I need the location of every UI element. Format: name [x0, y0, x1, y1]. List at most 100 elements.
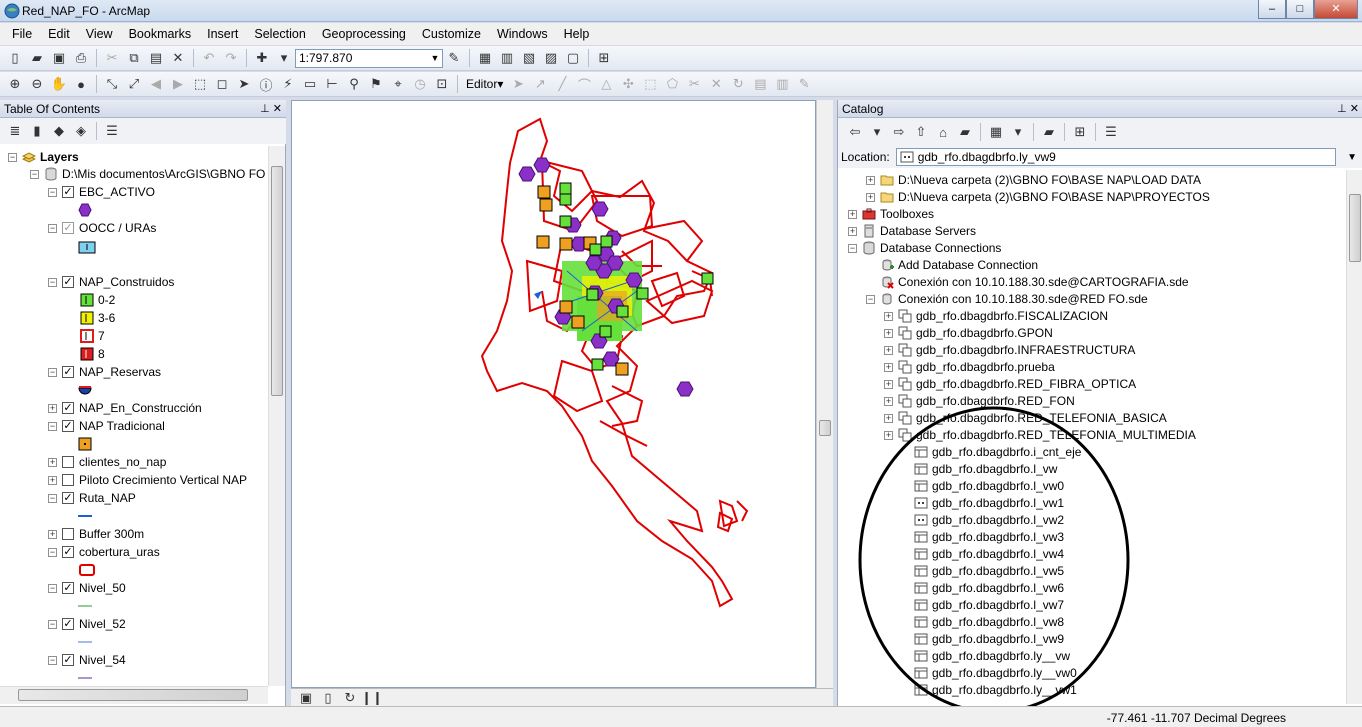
- collapse-icon[interactable]: −: [48, 493, 57, 503]
- data-view-icon[interactable]: ▣: [296, 688, 316, 708]
- open-folder-icon[interactable]: ▰: [27, 48, 47, 68]
- menu-selection[interactable]: Selection: [246, 27, 313, 41]
- catalog-item[interactable]: gdb_rfo.dbagdbrfo.l_vw1: [900, 494, 1064, 512]
- close-button[interactable]: ✕: [1314, 0, 1358, 19]
- scrollbar-thumb[interactable]: [18, 689, 248, 701]
- catalog-item[interactable]: + D:\Nueva carpeta (2)\GBNO FO\BASE NAP\P…: [866, 188, 1210, 206]
- editor-menu-button[interactable]: Editor▾: [462, 77, 507, 91]
- toc-root-layers[interactable]: − Layers: [8, 148, 79, 166]
- minimize-button[interactable]: ‒: [1258, 0, 1286, 19]
- toc-horizontal-scrollbar[interactable]: [0, 686, 268, 704]
- catalog-item[interactable]: + gdb_rfo.dbagdbrfo.RED_FON: [884, 392, 1075, 410]
- catalog-item[interactable]: + gdb_rfo.dbagdbrfo.FISCALIZACION: [884, 307, 1108, 325]
- location-combobox[interactable]: gdb_rfo.dbagdbrfo.ly_vw9: [895, 148, 1336, 166]
- catalog-vertical-scrollbar[interactable]: [1346, 170, 1362, 704]
- list-by-visibility-icon[interactable]: ◆: [49, 121, 69, 141]
- catalog-item[interactable]: + D:\Nueva carpeta (2)\GBNO FO\BASE NAP\L…: [866, 171, 1201, 189]
- point-icon[interactable]: ✣: [618, 74, 638, 94]
- collapse-icon[interactable]: −: [48, 187, 57, 197]
- expand-icon[interactable]: +: [48, 475, 57, 485]
- collapse-icon[interactable]: −: [48, 223, 57, 233]
- straight-segment-icon[interactable]: ╱: [552, 74, 572, 94]
- toc-layer-cobertura-uras[interactable]: − ✓ cobertura_uras: [48, 543, 160, 561]
- expand-icon[interactable]: +: [884, 430, 893, 440]
- catalog-item[interactable]: + Database Servers: [848, 222, 976, 240]
- catalog-item[interactable]: + gdb_rfo.dbagdbrfo.INFRAESTRUCTURA: [884, 341, 1135, 359]
- list-by-drawing-order-icon[interactable]: ≣: [5, 121, 25, 141]
- menu-view[interactable]: View: [78, 27, 121, 41]
- pause-drawing-icon[interactable]: ❙❙: [361, 688, 383, 708]
- pan-hand-icon[interactable]: ✋: [49, 74, 69, 94]
- collapse-icon[interactable]: −: [848, 243, 857, 253]
- catalog-item[interactable]: gdb_rfo.dbagdbrfo.l_vw6: [900, 579, 1064, 597]
- catalog-item[interactable]: + gdb_rfo.dbagdbrfo.prueba: [884, 358, 1055, 376]
- print-icon[interactable]: ⎙: [71, 48, 91, 68]
- catalog-item[interactable]: Conexión con 10.10.188.30.sde@CARTOGRAFI…: [866, 273, 1189, 291]
- layer-visibility-checkbox[interactable]: ✓: [62, 582, 74, 594]
- clear-selection-icon[interactable]: ◻: [212, 74, 232, 94]
- full-extent-icon[interactable]: ●: [71, 74, 91, 94]
- go-to-xy-icon[interactable]: ⌖: [388, 74, 408, 94]
- arctoolbox-icon[interactable]: ▨: [541, 48, 561, 68]
- rotate-icon[interactable]: ↻: [728, 74, 748, 94]
- toc-layer-nivel-52[interactable]: − ✓ Nivel_52: [48, 615, 126, 633]
- toc-layer-clientes-no-nap[interactable]: + clientes_no_nap: [48, 453, 166, 471]
- expand-icon[interactable]: +: [884, 396, 893, 406]
- collapse-icon[interactable]: −: [8, 152, 17, 162]
- catalog-item[interactable]: + gdb_rfo.dbagdbrfo.RED_TELEFONIA_BASICA: [884, 409, 1167, 427]
- catalog-item[interactable]: gdb_rfo.dbagdbrfo.l_vw3: [900, 528, 1064, 546]
- toc-layer-ruta-nap[interactable]: − ✓ Ruta_NAP: [48, 489, 136, 507]
- edit-tool-icon[interactable]: ➤: [508, 74, 528, 94]
- menu-customize[interactable]: Customize: [414, 27, 489, 41]
- expand-icon[interactable]: +: [884, 413, 893, 423]
- catalog-item[interactable]: gdb_rfo.dbagdbrfo.l_vw9: [900, 630, 1064, 648]
- catalog-item[interactable]: gdb_rfo.dbagdbrfo.l_vw5: [900, 562, 1064, 580]
- chevron-down-icon[interactable]: ▼: [428, 53, 442, 63]
- toc-layer-nap-construidos[interactable]: − ✓ NAP_Construidos: [48, 273, 174, 291]
- catalog-item[interactable]: gdb_rfo.dbagdbrfo.ly__vw1: [900, 681, 1077, 698]
- identify-icon[interactable]: ⓘ: [256, 74, 276, 94]
- toc-layer-nap-en-construccion[interactable]: + ✓ NAP_En_Construcción: [48, 399, 202, 417]
- catalog-item[interactable]: gdb_rfo.dbagdbrfo.i_cnt_eje: [900, 443, 1081, 461]
- zoom-in-icon[interactable]: ⊕: [5, 74, 25, 94]
- undo-icon[interactable]: ↶: [199, 48, 219, 68]
- layer-visibility-checkbox[interactable]: ✓: [62, 276, 74, 288]
- expand-icon[interactable]: +: [48, 403, 57, 413]
- catalog-icon[interactable]: ▥: [497, 48, 517, 68]
- collapse-icon[interactable]: −: [48, 367, 57, 377]
- split-icon[interactable]: ✕: [706, 74, 726, 94]
- toc-layer-buffer[interactable]: + Buffer 300m: [48, 525, 144, 543]
- layer-visibility-checkbox[interactable]: ✓: [62, 366, 74, 378]
- catalog-item[interactable]: + gdb_rfo.dbagdbrfo.RED_TELEFONIA_MULTIME…: [884, 426, 1196, 444]
- expand-icon[interactable]: +: [884, 362, 893, 372]
- table-of-contents-icon[interactable]: ▦: [475, 48, 495, 68]
- expand-icon[interactable]: +: [884, 379, 893, 389]
- toc-layer-piloto[interactable]: + Piloto Crecimiento Vertical NAP: [48, 471, 247, 489]
- hyperlink-icon[interactable]: ⚡: [278, 74, 298, 94]
- toc-layer-nap-tradicional[interactable]: − ✓ NAP Tradicional: [48, 417, 165, 435]
- add-data-icon[interactable]: ✚: [252, 48, 272, 68]
- collapse-icon[interactable]: −: [48, 547, 57, 557]
- fixed-zoom-in-icon[interactable]: ⤡: [102, 74, 122, 94]
- collapse-icon[interactable]: −: [48, 277, 57, 287]
- collapse-icon[interactable]: −: [866, 294, 875, 304]
- create-features-icon[interactable]: ✎: [794, 74, 814, 94]
- menu-help[interactable]: Help: [556, 27, 598, 41]
- expand-icon[interactable]: +: [48, 457, 57, 467]
- menu-file[interactable]: File: [4, 27, 40, 41]
- menu-edit[interactable]: Edit: [40, 27, 78, 41]
- catalog-item[interactable]: gdb_rfo.dbagdbrfo.ly__vw0: [900, 664, 1077, 682]
- scrollbar-thumb[interactable]: [271, 166, 283, 396]
- select-features-icon[interactable]: ⬚: [190, 74, 210, 94]
- expand-icon[interactable]: +: [884, 311, 893, 321]
- select-elements-icon[interactable]: ➤: [234, 74, 254, 94]
- back-dropdown-icon[interactable]: ▾: [867, 122, 887, 142]
- forward-extent-icon[interactable]: ▶: [168, 74, 188, 94]
- menu-windows[interactable]: Windows: [489, 27, 556, 41]
- map-canvas[interactable]: [292, 101, 817, 689]
- collapse-icon[interactable]: −: [48, 619, 57, 629]
- edit-vertices-icon[interactable]: ⬚: [640, 74, 660, 94]
- layer-visibility-checkbox[interactable]: [62, 456, 74, 468]
- menu-bookmarks[interactable]: Bookmarks: [121, 27, 200, 41]
- trace-icon[interactable]: △: [596, 74, 616, 94]
